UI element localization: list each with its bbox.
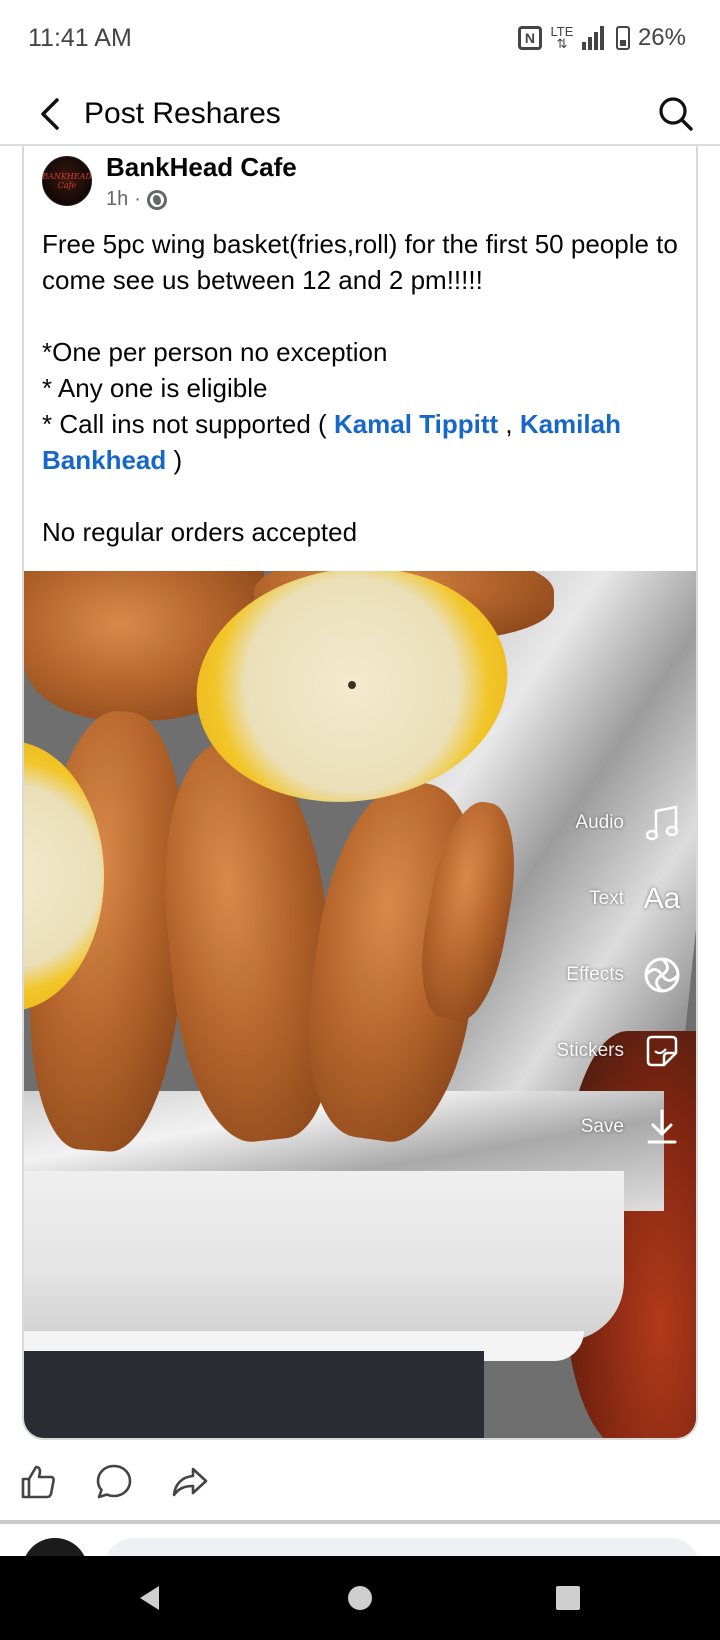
music-note-icon [642, 803, 682, 843]
status-time: 11:41 AM [28, 24, 132, 52]
back-button[interactable] [28, 92, 72, 136]
post-time[interactable]: 1h [106, 188, 128, 211]
meta-separator: · [134, 188, 141, 210]
comment-bubble-icon [96, 1464, 132, 1499]
avatar-logo-text: BANKHEAD Cafe [42, 172, 92, 190]
save-tool[interactable]: Save [492, 1105, 682, 1149]
post-card: BANKHEAD Cafe BankHead Cafe 1h · Free 5p… [22, 146, 698, 1440]
app-header: Post Reshares [0, 80, 720, 146]
status-icons: N LTE ⇅ 26% [517, 24, 686, 52]
circle-home-icon [348, 1586, 372, 1610]
search-button[interactable] [654, 92, 698, 136]
stickers-tool[interactable]: Stickers [492, 1029, 682, 1073]
audio-label: Audio [575, 812, 624, 833]
system-nav-bar [0, 1556, 720, 1640]
post-photo[interactable]: Audio Text Aa Effects Stickers Save [24, 571, 696, 1438]
effects-swirl-icon [642, 955, 682, 995]
comment-button[interactable] [92, 1460, 136, 1504]
post-line: Free 5pc wing basket(fries,roll) for the… [42, 229, 678, 295]
post-meta: 1h · [106, 188, 167, 211]
battery-percent: 26% [637, 24, 686, 51]
text-label: Text [589, 888, 624, 909]
triangle-back-icon [140, 1586, 159, 1610]
page-title: Post Reshares [84, 97, 281, 130]
battery-icon [615, 26, 630, 50]
post-line-suffix: ) [166, 445, 183, 475]
text-tool[interactable]: Text Aa [492, 877, 682, 921]
globe-icon [146, 189, 167, 210]
post-action-bar [0, 1456, 720, 1508]
post-line: *One per person no exception [42, 337, 388, 367]
nav-home-button[interactable] [336, 1574, 384, 1622]
effects-label: Effects [566, 964, 624, 985]
download-icon [642, 1107, 682, 1147]
background-shape [24, 1351, 484, 1438]
text-aa-icon: Aa [643, 882, 681, 915]
lte-icon: LTE ⇅ [550, 24, 574, 51]
tray-shape [24, 1171, 624, 1341]
status-bar: 11:41 AM N LTE ⇅ 26% [0, 0, 720, 80]
mention-separator: , [498, 409, 520, 439]
thumbs-up-icon [21, 1465, 55, 1499]
stickers-label: Stickers [556, 1040, 624, 1061]
share-arrow-icon [172, 1467, 208, 1497]
nfc-icon: N [517, 26, 542, 50]
author-avatar[interactable]: BANKHEAD Cafe [42, 156, 92, 206]
post-text: Free 5pc wing basket(fries,roll) for the… [42, 226, 682, 550]
nav-back-button[interactable] [126, 1574, 174, 1622]
post-line: No regular orders accepted [42, 517, 358, 547]
author-name[interactable]: BankHead Cafe [106, 150, 297, 184]
effects-tool[interactable]: Effects [492, 953, 682, 997]
post-line: * Any one is eligible [42, 373, 268, 403]
like-button[interactable] [16, 1460, 60, 1504]
post-line-prefix: * Call ins not supported ( [42, 409, 334, 439]
post-line: * Call ins not supported ( Kamal Tippitt… [42, 406, 682, 478]
square-recents-icon [556, 1586, 580, 1610]
mention-link[interactable]: Kamal Tippitt [334, 409, 498, 439]
share-button[interactable] [168, 1460, 212, 1504]
sticker-icon [642, 1031, 682, 1071]
search-icon [659, 97, 693, 131]
signal-icon [581, 26, 608, 50]
audio-tool[interactable]: Audio [492, 801, 682, 845]
section-divider [0, 1520, 720, 1524]
nav-recents-button[interactable] [544, 1574, 592, 1622]
chevron-left-icon [41, 98, 59, 130]
save-label: Save [580, 1116, 624, 1137]
